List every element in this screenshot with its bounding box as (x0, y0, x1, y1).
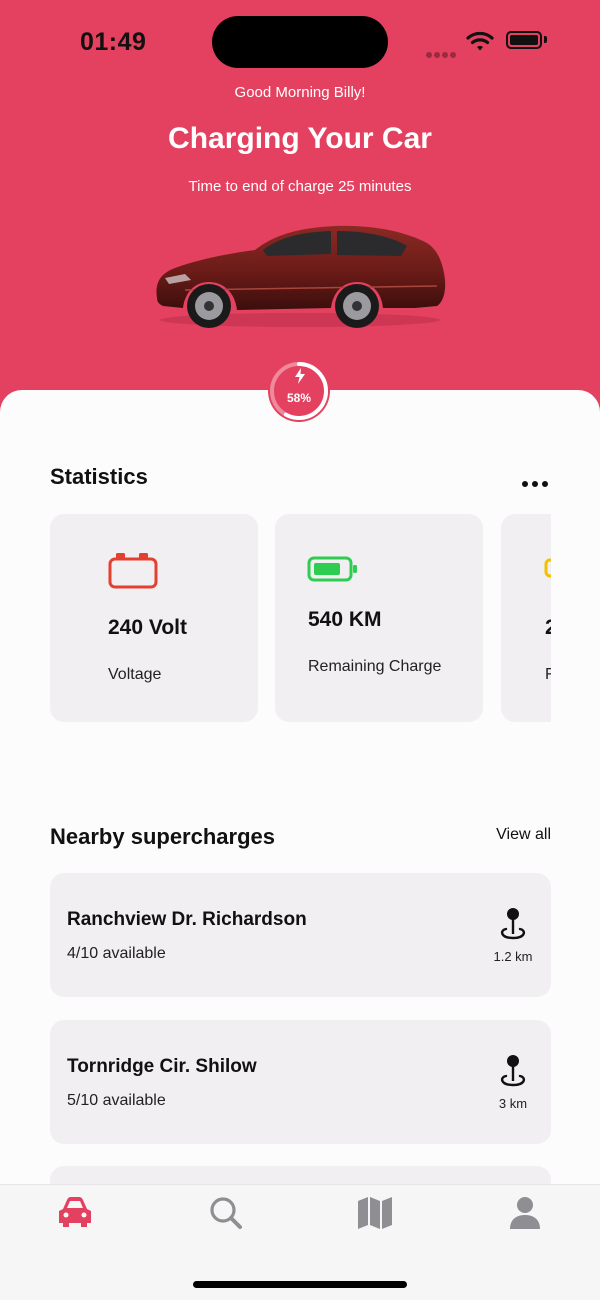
station-card[interactable]: Tornridge Cir. Shilow 5/10 available 3 k… (50, 1020, 551, 1144)
stat-value: 2 (545, 616, 551, 639)
station-distance: 1.2 km (493, 949, 533, 964)
battery-status-icon (506, 31, 547, 49)
home-indicator (193, 1281, 407, 1288)
battery-icon (544, 558, 551, 578)
charge-time-remaining: Time to end of charge 25 minutes (188, 178, 412, 195)
station-card[interactable]: Ranchview Dr. Richardson 4/10 available … (50, 873, 551, 997)
charge-percent: 58% (286, 391, 312, 405)
stat-card-remaining-charge[interactable]: 540 KM Remaining Charge (275, 514, 483, 722)
profile-icon[interactable] (505, 1195, 545, 1231)
nearby-title: Nearby supercharges (50, 824, 275, 849)
station-availability: 4/10 available (67, 945, 166, 962)
more-options-icon[interactable] (522, 474, 552, 492)
map-icon[interactable] (355, 1195, 395, 1231)
search-icon[interactable] (206, 1195, 246, 1231)
stat-value: 540 KM (308, 608, 382, 631)
lightning-bolt-icon (295, 368, 305, 384)
location-pin-icon (500, 908, 526, 940)
view-all-link[interactable]: View all (460, 826, 551, 844)
statistics-title: Statistics (50, 464, 148, 489)
station-distance: 3 km (498, 1096, 528, 1111)
stat-card-voltage[interactable]: 240 Volt Voltage (50, 514, 258, 722)
car-icon[interactable] (55, 1195, 95, 1231)
cellular-signal-icon (426, 45, 458, 63)
battery-charged-icon (307, 556, 357, 582)
car-image (156, 225, 446, 328)
status-bar: 01:49 (0, 0, 600, 80)
wifi-icon (466, 31, 494, 51)
greeting-text: Good Morning Billy! (234, 84, 366, 101)
stat-value: 240 Volt (108, 616, 187, 639)
dynamic-island (212, 16, 388, 68)
station-name: Tornridge Cir. Shilow (67, 1056, 257, 1077)
stat-card-partial[interactable]: 2 F (501, 514, 551, 722)
statistics-carousel[interactable]: 240 Volt Voltage 540 KM Remaining Charge… (50, 514, 551, 724)
page-title: Charging Your Car (168, 122, 432, 155)
station-name: Ranchview Dr. Richardson (67, 909, 307, 930)
battery-outline-icon (108, 553, 158, 589)
station-availability: 5/10 available (67, 1092, 166, 1109)
stat-label: Voltage (108, 666, 162, 683)
stat-label: Remaining Charge (308, 658, 442, 675)
stat-label: F (545, 666, 551, 683)
location-pin-icon (500, 1055, 526, 1087)
status-time: 01:49 (80, 28, 147, 56)
